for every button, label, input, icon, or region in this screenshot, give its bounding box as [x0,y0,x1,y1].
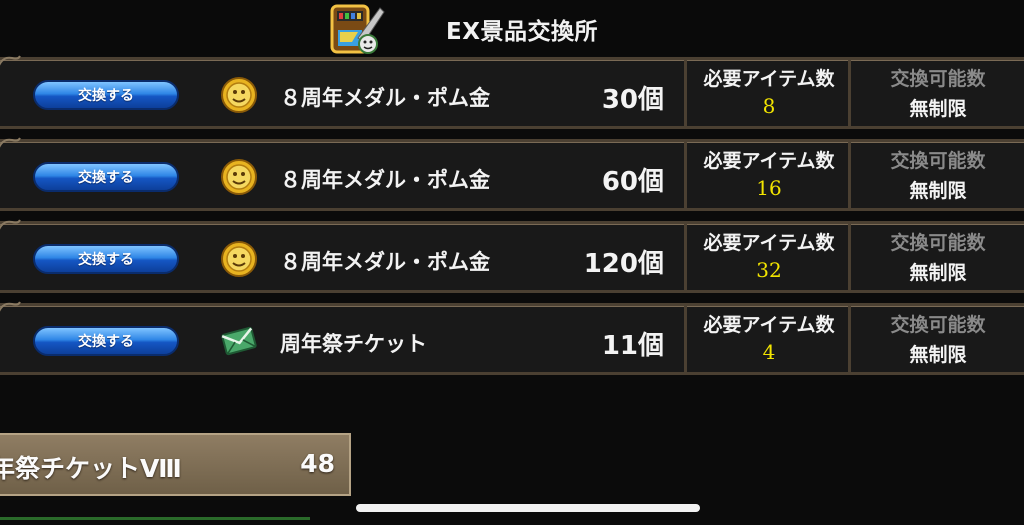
ticket-envelope-icon [221,326,257,356]
corner-ornament-icon [0,301,21,312]
gold-medal-icon [221,159,257,195]
column-divider [848,224,851,290]
column-divider [848,60,851,126]
home-indicator[interactable] [356,504,700,512]
corner-ornament-icon [0,219,21,230]
column-divider [684,306,687,372]
exchange-row: 交換する ８周年メダル・ポム金 120個 必要アイテム数 32 交換可能数 無制… [0,219,1024,293]
item-quantity: 60個 [601,167,664,197]
exchangeable-count-label: 交換可能数 [890,232,986,254]
required-items-label: 必要アイテム数 [703,150,835,172]
exchangeable-count-value: 無制限 [909,344,967,366]
column-divider [848,306,851,372]
exchange-screen: EX景品交換所 交換する ８周年メダル・ポム金 30個 必要アイテム数 8 交換… [0,0,1024,525]
item-quantity: 120個 [583,249,664,279]
required-items-value: 4 [762,340,776,364]
progress-strip [0,517,310,520]
exchangeable-count-label: 交換可能数 [890,314,986,336]
column-divider [684,60,687,126]
required-items-value: 16 [756,176,782,200]
exchange-button[interactable]: 交換する [33,244,179,274]
item-quantity: 11個 [601,331,664,361]
column-divider [684,142,687,208]
gold-medal-icon [221,241,257,277]
exchangeable-count-label: 交換可能数 [890,150,986,172]
corner-ornament-icon [0,137,21,148]
exchange-button[interactable]: 交換する [33,326,179,356]
exchange-row: 交換する ８周年メダル・ポム金 30個 必要アイテム数 8 交換可能数 無制限 [0,55,1024,129]
corner-ornament-icon [0,55,21,66]
shop-hammer-icon [330,4,385,54]
page-title: EX景品交換所 [446,19,598,45]
item-name: 周年祭チケット [280,332,427,356]
exchange-row: 交換する ８周年メダル・ポム金 60個 必要アイテム数 16 交換可能数 無制限 [0,137,1024,211]
header-bar: EX景品交換所 [0,0,1024,56]
exchange-row: 交換する 周年祭チケット 11個 必要アイテム数 4 交換可能数 無制限 [0,301,1024,375]
item-name: ８周年メダル・ポム金 [280,86,490,110]
item-name: ８周年メダル・ポム金 [280,168,490,192]
exchangeable-count-value: 無制限 [909,180,967,202]
required-items-label: 必要アイテム数 [703,232,835,254]
column-divider [684,224,687,290]
required-items-value: 8 [762,94,776,118]
gold-medal-icon [221,77,257,113]
item-quantity: 30個 [601,85,664,115]
required-items-label: 必要アイテム数 [703,68,835,90]
exchangeable-count-value: 無制限 [909,262,967,284]
column-divider [848,142,851,208]
ticket-count-panel: 年祭チケットⅧ 48 [0,433,351,496]
item-name: ８周年メダル・ポム金 [280,250,490,274]
required-items-label: 必要アイテム数 [703,314,835,336]
exchangeable-count-label: 交換可能数 [890,68,986,90]
exchange-button[interactable]: 交換する [33,162,179,192]
ticket-name: 年祭チケットⅧ [0,454,182,483]
exchange-button[interactable]: 交換する [33,80,179,110]
ticket-count: 48 [300,449,335,478]
exchangeable-count-value: 無制限 [909,98,967,120]
required-items-value: 32 [756,258,782,282]
